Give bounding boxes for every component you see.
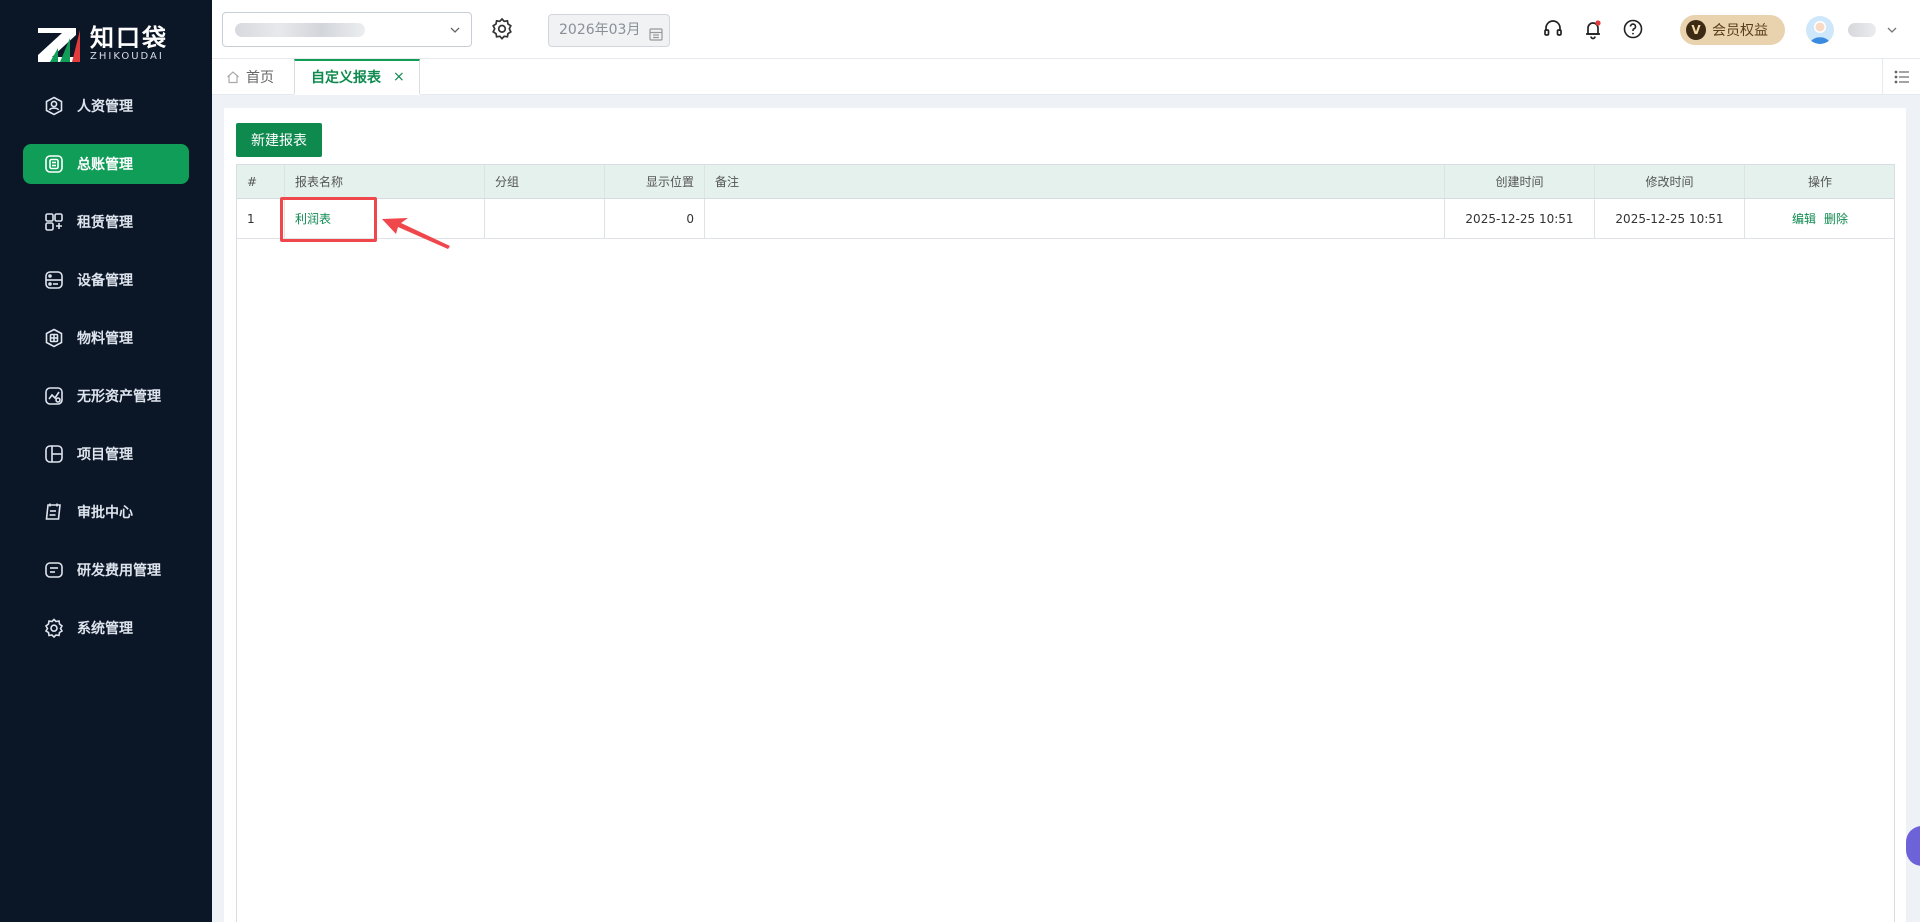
- project-icon: [43, 443, 65, 465]
- col-header-index: #: [237, 165, 285, 198]
- sidebar-item-ledger[interactable]: 总账管理: [23, 144, 189, 184]
- tab-label: 首页: [246, 70, 274, 86]
- sidebar-item-device[interactable]: 设备管理: [23, 260, 189, 300]
- sidebar-item-label: 总账管理: [77, 157, 133, 173]
- floating-chat-button[interactable]: [1906, 826, 1920, 866]
- report-table: # 报表名称 分组 显示位置 备注 创建时间 修改时间 操作 1 利润表 0 2…: [236, 164, 1895, 922]
- rd-expense-icon: [43, 559, 65, 581]
- row-created: 2025-12-25 10:51: [1445, 199, 1595, 238]
- tab-home[interactable]: 首页: [226, 59, 274, 95]
- sidebar: 知口袋 ZHIKOUDAI 人资管理 总账管理 租赁管理 设备管理 物料管理 无…: [0, 0, 212, 922]
- device-icon: [43, 269, 65, 291]
- table-header: # 报表名称 分组 显示位置 备注 创建时间 修改时间 操作: [237, 165, 1894, 199]
- sidebar-item-intangible-assets[interactable]: 无形资产管理: [23, 376, 189, 416]
- annotation-highlight-box: [280, 197, 377, 242]
- col-header-position: 显示位置: [605, 165, 705, 198]
- delete-link[interactable]: 删除: [1824, 210, 1848, 227]
- tab-bar: 首页 自定义报表 ×: [212, 59, 1920, 95]
- new-report-button[interactable]: 新建报表: [236, 123, 322, 157]
- top-header: 2026年03月 V 会员权益: [212, 0, 1920, 59]
- sidebar-item-approval[interactable]: 审批中心: [23, 492, 189, 532]
- period-picker[interactable]: 2026年03月: [548, 14, 670, 47]
- tab-custom-report[interactable]: 自定义报表 ×: [294, 59, 420, 95]
- sidebar-item-label: 审批中心: [77, 505, 133, 521]
- table-row: 1 利润表 0 2025-12-25 10:51 2025-12-25 10:5…: [237, 199, 1894, 239]
- row-group: [485, 199, 605, 238]
- headset-icon[interactable]: [1542, 18, 1566, 42]
- chevron-down-icon[interactable]: [1886, 24, 1898, 40]
- logo-mark-icon: [36, 24, 82, 64]
- sidebar-item-project[interactable]: 项目管理: [23, 434, 189, 474]
- gear-icon: [43, 617, 65, 639]
- close-icon[interactable]: ×: [393, 69, 405, 85]
- row-note: [705, 199, 1445, 238]
- sidebar-item-system[interactable]: 系统管理: [23, 608, 189, 648]
- material-icon: [43, 327, 65, 349]
- period-value: 2026年03月: [559, 22, 641, 38]
- settings-gear-icon[interactable]: [490, 17, 516, 43]
- sidebar-item-label: 研发费用管理: [77, 563, 161, 579]
- chevron-down-icon: [449, 24, 461, 40]
- col-header-created: 创建时间: [1445, 165, 1595, 198]
- membership-button[interactable]: V 会员权益: [1680, 15, 1785, 45]
- row-actions: 编辑 删除: [1745, 199, 1895, 238]
- row-position: 0: [605, 199, 705, 238]
- col-header-modified: 修改时间: [1595, 165, 1745, 198]
- col-header-actions: 操作: [1807, 175, 1832, 189]
- approval-icon: [43, 501, 65, 523]
- calendar-icon: [648, 23, 664, 54]
- home-icon: [226, 70, 240, 84]
- sidebar-nav: 人资管理 总账管理 租赁管理 设备管理 物料管理 无形资产管理 项目管理 审批中…: [0, 86, 212, 666]
- vip-badge-icon: V: [1686, 20, 1706, 40]
- sidebar-item-label: 人资管理: [77, 99, 133, 115]
- report-panel: 新建报表 # 报表名称 分组 显示位置 备注 创建时间 修改时间 操作 1 利润…: [224, 108, 1906, 922]
- avatar[interactable]: [1806, 16, 1834, 44]
- sidebar-item-label: 系统管理: [77, 621, 133, 637]
- brand-logo[interactable]: 知口袋 ZHIKOUDAI: [36, 22, 186, 66]
- brand-name-en: ZHIKOUDAI: [90, 51, 164, 62]
- company-select[interactable]: [222, 12, 472, 47]
- help-question-icon[interactable]: [1622, 18, 1646, 42]
- user-circle-icon: [43, 95, 65, 117]
- brand-name: 知口袋: [90, 24, 168, 52]
- sidebar-item-rd-expense[interactable]: 研发费用管理: [23, 550, 189, 590]
- bell-icon[interactable]: [1582, 18, 1606, 42]
- edit-link[interactable]: 编辑: [1792, 210, 1816, 227]
- tab-list-menu-icon[interactable]: [1882, 59, 1920, 95]
- membership-label: 会员权益: [1712, 23, 1768, 39]
- annotation-arrow-icon: [382, 210, 452, 254]
- sidebar-item-material[interactable]: 物料管理: [23, 318, 189, 358]
- sidebar-item-label: 物料管理: [77, 331, 133, 347]
- lease-icon: [43, 211, 65, 233]
- tab-label: 自定义报表: [311, 70, 381, 86]
- intangible-asset-icon: [43, 385, 65, 407]
- sidebar-item-hr[interactable]: 人资管理: [23, 86, 189, 126]
- sidebar-item-label: 项目管理: [77, 447, 133, 463]
- row-index: 1: [237, 199, 285, 238]
- col-header-note: 备注: [705, 165, 1445, 198]
- sidebar-item-lease[interactable]: 租赁管理: [23, 202, 189, 242]
- col-header-name: 报表名称: [285, 165, 485, 198]
- row-modified: 2025-12-25 10:51: [1595, 199, 1745, 238]
- sidebar-item-label: 无形资产管理: [77, 389, 161, 405]
- sidebar-item-label: 租赁管理: [77, 215, 133, 231]
- col-header-group: 分组: [485, 165, 605, 198]
- sidebar-item-label: 设备管理: [77, 273, 133, 289]
- ledger-icon: [43, 153, 65, 175]
- username-redacted[interactable]: [1848, 23, 1876, 37]
- company-name-redacted: [235, 23, 365, 37]
